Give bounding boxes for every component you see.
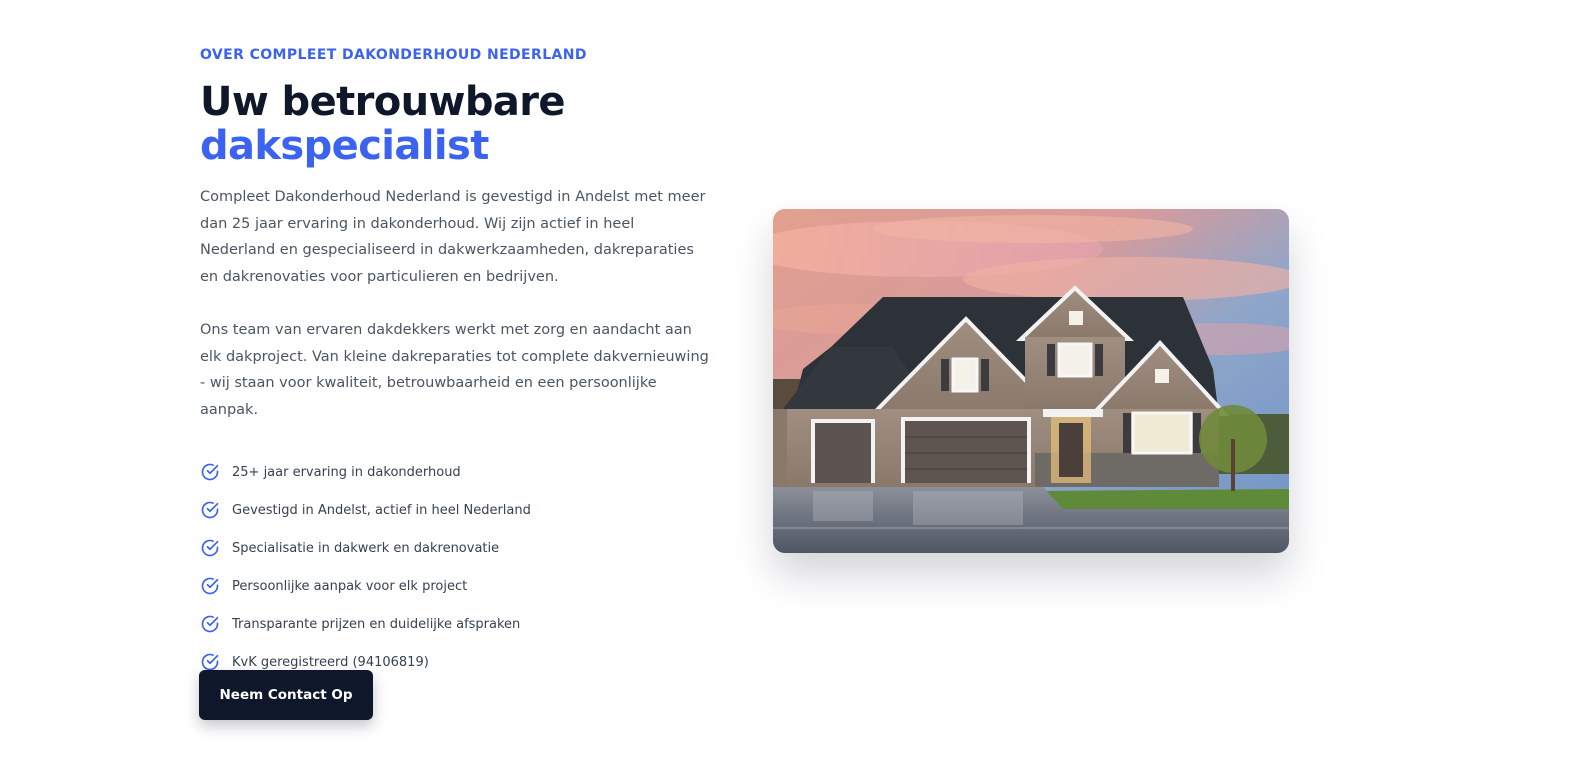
feature-item: 25+ jaar ervaring in dakonderhoud [200,453,720,491]
about-section: OVER COMPLEET DAKONDERHOUD NEDERLAND Uw … [0,0,1575,783]
heading-line: Uw betrouwbare [200,79,566,125]
feature-item: Specialisatie in dakwerk en dakrenovatie [200,529,720,567]
feature-label: 25+ jaar ervaring in dakonderhoud [232,464,461,480]
check-circle-icon [201,615,219,633]
feature-item: Persoonlijke aanpak voor elk project [200,567,720,605]
section-heading: Uw betrouwbare dakspecialist [200,80,720,168]
intro-paragraph: Compleet Dakonderhoud Nederland is geves… [200,189,706,285]
feature-label: Persoonlijke aanpak voor elk project [232,578,468,594]
section-eyebrow: OVER COMPLEET DAKONDERHOUD NEDERLAND [200,47,587,63]
check-circle-icon [201,539,219,557]
check-circle-icon [201,577,219,595]
house-illustration [773,209,1289,553]
feature-list: 25+ jaar ervaring in dakonderhoud Gevest… [200,453,720,681]
feature-label: Gevestigd in Andelst, actief in heel Ned… [232,502,531,518]
contact-button[interactable]: Neem Contact Op [199,670,373,720]
check-circle-icon [201,653,219,671]
feature-item: Gevestigd in Andelst, actief in heel Ned… [200,491,720,529]
feature-item: Transparante prijzen en duidelijke afspr… [200,605,720,643]
feature-label: KvK geregistreerd (94106819) [232,654,429,670]
check-circle-icon [201,501,219,519]
house-photo [773,209,1289,553]
check-circle-icon [201,463,219,481]
feature-label: Specialisatie in dakwerk en dakrenovatie [232,540,500,556]
feature-label: Transparante prijzen en duidelijke afspr… [232,616,521,632]
team-paragraph: Ons team van ervaren dakdekkers werkt me… [200,322,709,418]
heading-accent: dakspecialist [200,123,489,169]
about-content: OVER COMPLEET DAKONDERHOUD NEDERLAND Uw … [200,44,720,681]
